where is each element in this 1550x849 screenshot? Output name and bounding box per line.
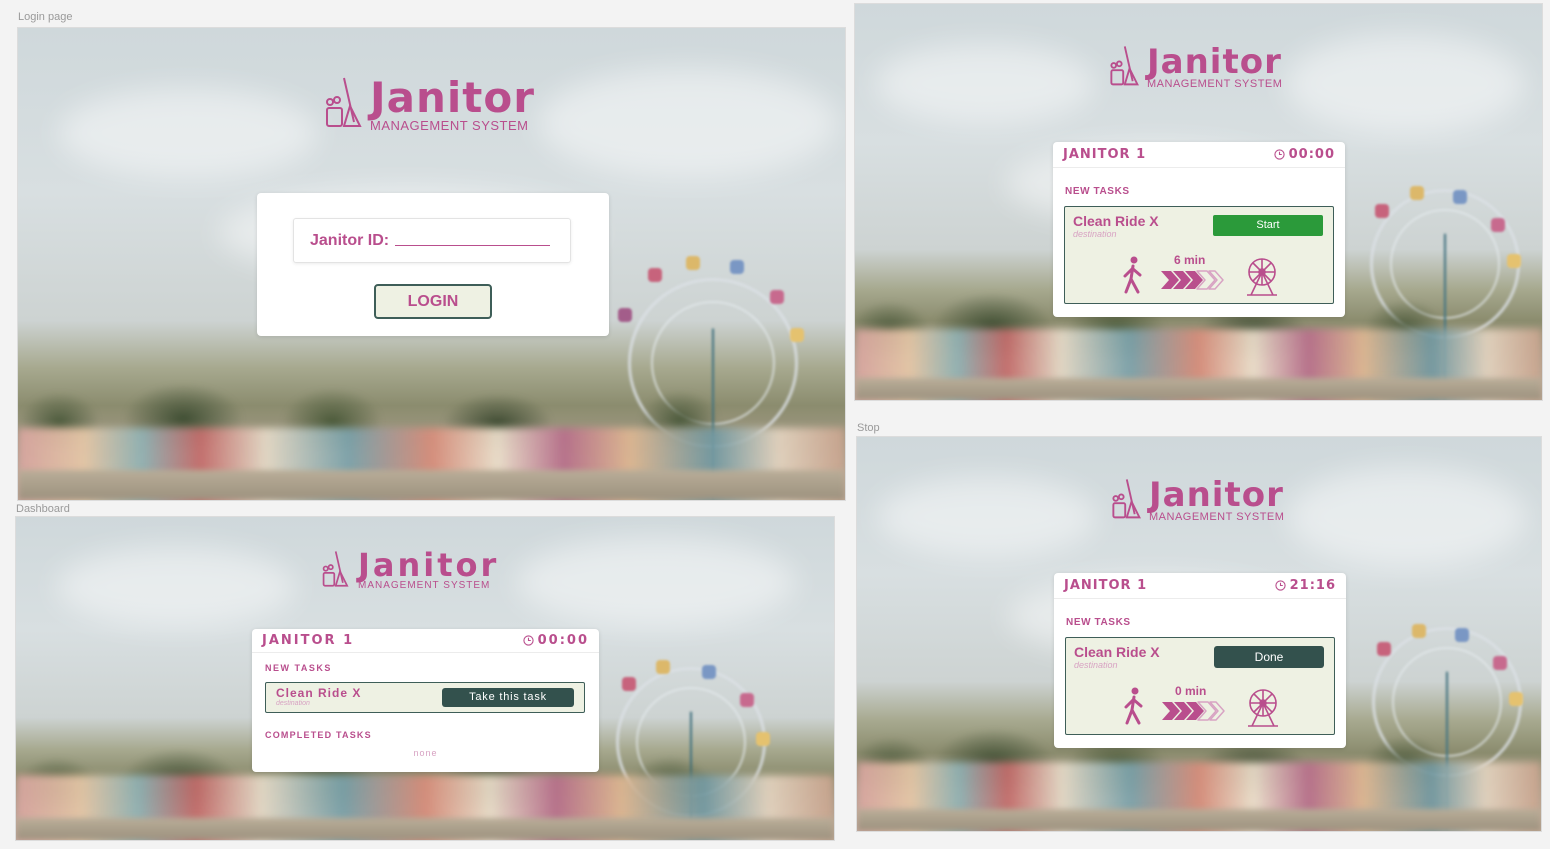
- task-item: Clean Ride X destination Start 6 min: [1064, 206, 1334, 304]
- brand-logo: Janitor MANAGEMENT SYSTEM: [320, 549, 499, 591]
- timer-value: 21:16: [1289, 578, 1336, 593]
- eta-minutes: 6 min: [1174, 253, 1206, 267]
- janitor-logo-icon: [1112, 479, 1141, 519]
- task-card: JANITOR 1 00:00 NEW TASKS Clean Ride X d…: [1053, 142, 1345, 317]
- eta-minutes: 0 min: [1175, 684, 1207, 698]
- task-card: JANITOR 1 21:16 NEW TASKS Clean Ride X d…: [1054, 573, 1346, 748]
- task-name: Clean Ride X: [1073, 213, 1159, 229]
- task-item: Clean Ride X destination Take this task: [265, 682, 585, 713]
- clock-icon: [1274, 580, 1286, 591]
- janitor-logo-icon: [326, 77, 362, 127]
- walking-person-icon: [1124, 687, 1143, 725]
- login-frame: Janitor MANAGEMENT SYSTEM Janitor ID: LO…: [17, 27, 846, 501]
- card-header: JANITOR 1 21:16: [1054, 573, 1346, 599]
- clock-icon: [522, 635, 534, 646]
- brand-subtitle: MANAGEMENT SYSTEM: [1149, 510, 1285, 523]
- progress-chevrons-icon: [1161, 270, 1224, 290]
- card-header: JANITOR 1 00:00: [252, 629, 599, 653]
- brand-logo: Janitor MANAGEMENT SYSTEM: [1109, 44, 1282, 90]
- brand-subtitle: MANAGEMENT SYSTEM: [1147, 77, 1283, 90]
- walking-person-icon: [1123, 256, 1142, 294]
- brand-subtitle: MANAGEMENT SYSTEM: [358, 580, 491, 591]
- janitor-id-label: Janitor ID:: [310, 231, 390, 249]
- frame-label-dashboard: Dashboard: [16, 503, 70, 515]
- brand-title: Janitor: [370, 72, 535, 122]
- card-header: JANITOR 1 00:00: [1053, 142, 1345, 168]
- stop-frame: Janitor MANAGEMENT SYSTEM JANITOR 1 21:1…: [856, 436, 1542, 832]
- brand-logo: Janitor MANAGEMENT SYSTEM: [1111, 477, 1284, 523]
- brand-title: Janitor: [1147, 41, 1282, 82]
- janitor-id-field[interactable]: Janitor ID:: [293, 218, 571, 263]
- login-button[interactable]: LOGIN: [374, 284, 492, 319]
- timer: 00:00: [522, 633, 589, 648]
- janitor-logo-icon: [322, 551, 349, 587]
- brand-subtitle: MANAGEMENT SYSTEM: [370, 117, 529, 133]
- new-tasks-title: NEW TASKS: [265, 663, 332, 673]
- brand-logo: Janitor MANAGEMENT SYSTEM: [324, 76, 535, 132]
- ferris-wheel-icon: [1248, 689, 1278, 727]
- brand-title: Janitor: [358, 546, 500, 584]
- janitor-logo-icon: [1110, 46, 1139, 86]
- task-item: Clean Ride X destination Done 0 min: [1065, 637, 1335, 735]
- task-destination: destination: [1074, 660, 1118, 670]
- janitor-id-underline: [395, 245, 551, 246]
- janitor-name: JANITOR 1: [1064, 578, 1148, 593]
- take-task-button[interactable]: Take this task: [442, 688, 574, 707]
- dashboard-frame: Janitor MANAGEMENT SYSTEM JANITOR 1 00:0…: [15, 516, 835, 841]
- frame-label-login: Login page: [18, 11, 73, 23]
- start-button[interactable]: Start: [1213, 215, 1323, 236]
- new-tasks-title: NEW TASKS: [1066, 617, 1131, 628]
- progress-chevrons-icon: [1162, 701, 1225, 721]
- completed-tasks-title: COMPLETED TASKS: [265, 730, 372, 740]
- janitor-name: JANITOR 1: [1063, 147, 1147, 162]
- clock-icon: [1273, 149, 1285, 160]
- start-frame: Janitor MANAGEMENT SYSTEM JANITOR 1 00:0…: [854, 3, 1543, 401]
- timer: 21:16: [1274, 578, 1336, 593]
- brand-title: Janitor: [1149, 474, 1284, 515]
- task-card: JANITOR 1 00:00 NEW TASKS Clean Ride X d…: [252, 629, 599, 772]
- task-name: Clean Ride X: [276, 686, 362, 700]
- timer-value: 00:00: [537, 633, 589, 648]
- task-name: Clean Ride X: [1074, 644, 1160, 660]
- task-destination: destination: [1073, 229, 1117, 239]
- new-tasks-title: NEW TASKS: [1065, 186, 1130, 197]
- timer: 00:00: [1273, 147, 1335, 162]
- ferris-wheel-icon: [1247, 258, 1277, 296]
- frame-label-stop: Stop: [857, 422, 880, 434]
- done-button[interactable]: Done: [1214, 646, 1324, 668]
- timer-value: 00:00: [1288, 147, 1335, 162]
- login-card: Janitor ID: LOGIN: [257, 193, 609, 336]
- janitor-name: JANITOR 1: [262, 633, 355, 648]
- completed-empty-text: none: [413, 748, 438, 758]
- task-destination: destination: [276, 700, 310, 707]
